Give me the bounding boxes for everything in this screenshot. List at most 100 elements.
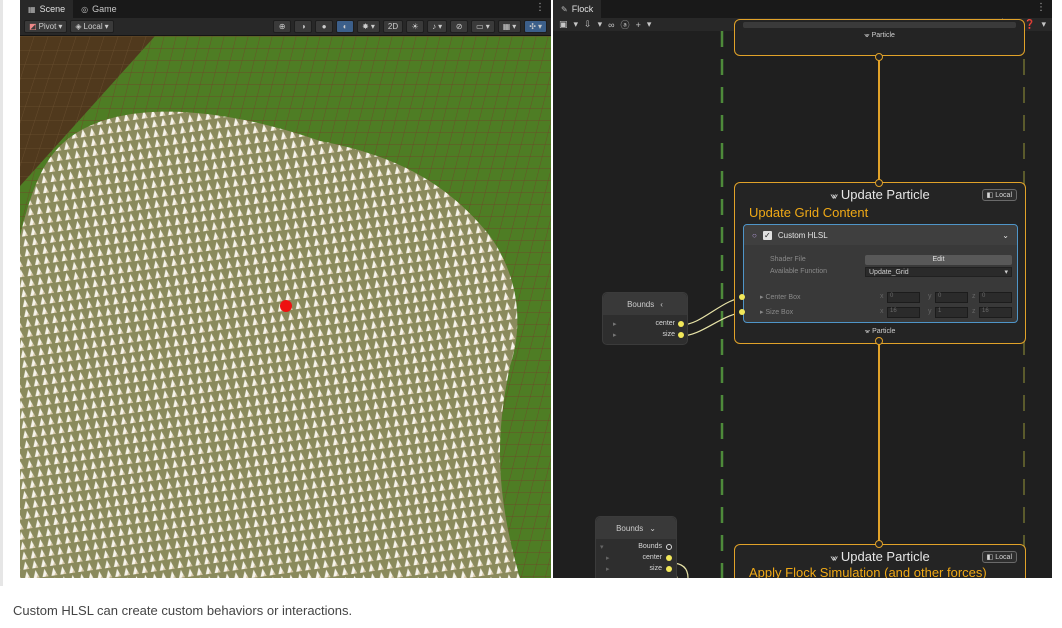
vfx-graph-icon: ✎	[561, 4, 568, 14]
flow-port-out-update[interactable]	[875, 337, 883, 345]
custom-hlsl-block[interactable]: ○ ✓ Custom HLSL ⌄ Shader File Edit Avail…	[739, 224, 1018, 323]
tab-game[interactable]: ◎ Game	[73, 0, 125, 18]
chevron-right-icon[interactable]: ▸	[606, 554, 610, 562]
collapse-icon[interactable]: ‹	[660, 300, 663, 309]
scene-viewport[interactable]	[20, 36, 551, 578]
chevron-right-icon[interactable]: ▸	[613, 331, 617, 339]
bounds-node[interactable]: Bounds ‹ ▸ center ▸ size	[602, 292, 688, 345]
chevron-down-icon: ▾	[512, 22, 517, 31]
scene-menu-icon[interactable]: ⋮	[535, 2, 545, 13]
context-update-port-label: Particle	[872, 328, 896, 335]
lighting-button[interactable]: ☀	[406, 20, 425, 33]
bounds-node-title: Bounds	[627, 299, 655, 309]
tab-scene[interactable]: ▦ Scene	[20, 0, 74, 18]
hidden-objects-button[interactable]: ⊘	[450, 20, 469, 33]
left-border	[0, 0, 3, 586]
add-icon[interactable]: +	[636, 20, 641, 30]
flow-port-out-top[interactable]	[875, 53, 883, 61]
context-top-port: ⩖ Particle	[735, 32, 1024, 40]
light-icon: ☀	[411, 22, 419, 31]
draw-mode-dropdown[interactable]: ✸ ▾	[357, 20, 380, 33]
target-marker	[280, 300, 292, 312]
center-box-label: ▸ Center Box	[760, 293, 801, 301]
particle-icon: ⩖	[830, 191, 841, 202]
center-y-field[interactable]: 0	[935, 292, 968, 303]
chevron-right-icon[interactable]: ▸	[606, 565, 610, 573]
chevron-down-icon: ▾	[370, 22, 375, 31]
block-port-icon: ○	[752, 230, 757, 240]
grid-dropdown[interactable]: ▦ ▾	[497, 20, 522, 33]
center-z-label: z	[972, 293, 976, 300]
available-function-dropdown[interactable]: Update_Grid ▾	[865, 267, 1012, 277]
context-bottom-subtitle: Apply Flock Simulation (and other forces…	[749, 565, 987, 578]
pivot-dropdown[interactable]: ◩ Pivot ▾	[24, 20, 68, 33]
gizmo-toggle-button[interactable]: ⊕	[273, 20, 292, 33]
chevron-down-icon: ▾	[438, 22, 443, 31]
chevron-down-icon[interactable]: ▾	[1041, 19, 1046, 30]
size-z-field[interactable]: 16	[979, 307, 1012, 318]
gizmos-dropdown[interactable]: ✣ ▾	[524, 20, 547, 33]
center-box-port[interactable]	[739, 294, 745, 300]
local-dropdown[interactable]: ◈ Local ▾	[70, 20, 114, 33]
size-x-field[interactable]: 16	[887, 307, 920, 318]
tab-flock[interactable]: ✎ Flock	[553, 0, 602, 18]
context-top[interactable]: ⩖ Particle	[734, 19, 1025, 56]
size-port-label: size	[662, 331, 675, 338]
local-space-label: Local	[995, 191, 1012, 199]
chevron-right-icon[interactable]: ▸	[613, 320, 617, 328]
block-enabled-checkbox[interactable]: ✓	[762, 230, 772, 240]
size-box-port[interactable]	[739, 309, 745, 315]
bounds-root-port[interactable]	[666, 544, 672, 550]
context-update-grid[interactable]: ⩖ Update Particle ◧ Local Update Grid Co…	[734, 182, 1026, 344]
scene-render	[20, 36, 551, 578]
eye-off-icon: ⊘	[455, 22, 463, 31]
local-space-button[interactable]: ◧ Local	[981, 189, 1017, 201]
help-icon[interactable]: ❓	[1024, 19, 1035, 30]
shaded-button[interactable]: ●	[315, 20, 334, 33]
size-output-port[interactable]	[678, 332, 684, 338]
camera-dropdown[interactable]: ▭ ▾	[471, 20, 495, 33]
audio-icon: ♪	[432, 22, 437, 31]
link-icon[interactable]: ∞	[608, 20, 614, 30]
center-box-label-text: Center Box	[765, 294, 801, 301]
chevron-down-icon[interactable]: ⌄	[649, 524, 656, 533]
local-space-icon: ◧	[986, 554, 994, 561]
wireframe-button[interactable]: ◐	[336, 20, 355, 33]
bounds-node-expanded[interactable]: Bounds ⌄ ▾ Bounds ▸ center ▸ size	[595, 516, 677, 578]
center-output-port[interactable]	[678, 321, 684, 327]
chevron-down-icon: ▾	[537, 22, 542, 31]
center-x-field[interactable]: 0	[887, 292, 920, 303]
flow-port-in-bottom[interactable]	[875, 540, 883, 548]
mode-2d-button[interactable]: 2D	[382, 20, 404, 33]
chevron-down-icon[interactable]: ⌄	[1002, 231, 1009, 240]
chevron-down-icon[interactable]: ▾	[574, 19, 579, 30]
audio-dropdown[interactable]: ♪ ▾	[427, 20, 448, 33]
size-output-port-2[interactable]	[666, 566, 672, 572]
flow-port-in-update[interactable]	[875, 179, 883, 187]
shading-toggle-button[interactable]: ◑	[294, 20, 313, 33]
center-output-port-2[interactable]	[666, 555, 672, 561]
edit-shader-button[interactable]: Edit	[865, 255, 1012, 265]
center-z-field[interactable]: 0	[979, 292, 1012, 303]
chevron-down-icon[interactable]: ▾	[598, 19, 603, 30]
local-label: Local	[83, 22, 103, 31]
graph-menu-icon[interactable]: ⋮	[1036, 2, 1046, 13]
center-x-label: x	[880, 293, 884, 300]
bounds-node-header: Bounds ‹	[603, 293, 687, 315]
scene-panel: ▦ Scene ◎ Game ⋮ ◩ Pivot ▾ ◈ Local ▾ ⊕ ◑	[20, 0, 551, 578]
graph-tabbar: ✎ Flock ⋮	[553, 0, 1052, 18]
available-function-label: Available Function	[770, 268, 828, 275]
pivot-label: Pivot	[38, 22, 57, 31]
grid-icon: ▦	[502, 22, 511, 31]
compile-icon[interactable]: ⇩	[584, 19, 592, 30]
local-space-button-2[interactable]: ◧ Local	[981, 551, 1017, 563]
save-icon[interactable]: ▣	[559, 19, 568, 30]
chevron-down-icon[interactable]: ▾	[647, 19, 652, 30]
graph-canvas[interactable]: ⩖ Particle ⩖ Update Particle ◧ Local Upd…	[553, 19, 1052, 578]
size-y-field[interactable]: 1	[935, 307, 968, 318]
blackboard-icon[interactable]: ⓐ	[621, 18, 630, 31]
scene-toolbar: ◩ Pivot ▾ ◈ Local ▾ ⊕ ◑ ● ◐ ✸ ▾ 2D ☀ ♪ ▾ ⊘…	[20, 18, 551, 36]
chevron-down-icon[interactable]: ▾	[600, 543, 604, 551]
context-apply-flock[interactable]: ⩖ Update Particle ◧ Local Apply Flock Si…	[734, 544, 1026, 578]
center-y-label: y	[928, 293, 932, 300]
